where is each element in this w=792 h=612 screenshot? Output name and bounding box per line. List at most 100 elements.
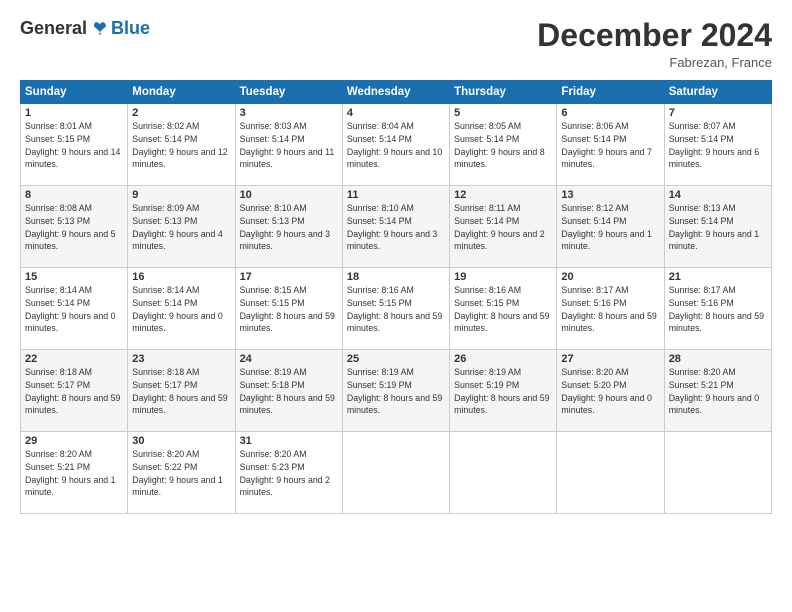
- logo-general-text: General: [20, 18, 87, 39]
- table-row: 1 Sunrise: 8:01 AMSunset: 5:15 PMDayligh…: [21, 104, 128, 186]
- day-number: 7: [669, 107, 767, 119]
- day-info: Sunrise: 8:12 AMSunset: 5:14 PMDaylight:…: [561, 203, 651, 251]
- day-number: 4: [347, 107, 445, 119]
- day-number: 10: [240, 189, 338, 201]
- calendar-week-4: 22 Sunrise: 8:18 AMSunset: 5:17 PMDaylig…: [21, 350, 772, 432]
- day-number: 28: [669, 353, 767, 365]
- day-number: 19: [454, 271, 552, 283]
- day-number: 16: [132, 271, 230, 283]
- table-row: 15 Sunrise: 8:14 AMSunset: 5:14 PMDaylig…: [21, 268, 128, 350]
- day-number: 14: [669, 189, 767, 201]
- table-row: 26 Sunrise: 8:19 AMSunset: 5:19 PMDaylig…: [450, 350, 557, 432]
- table-row: 2 Sunrise: 8:02 AMSunset: 5:14 PMDayligh…: [128, 104, 235, 186]
- table-row: 21 Sunrise: 8:17 AMSunset: 5:16 PMDaylig…: [664, 268, 771, 350]
- table-row: 19 Sunrise: 8:16 AMSunset: 5:15 PMDaylig…: [450, 268, 557, 350]
- day-info: Sunrise: 8:03 AMSunset: 5:14 PMDaylight:…: [240, 121, 335, 169]
- col-saturday: Saturday: [664, 81, 771, 104]
- day-number: 23: [132, 353, 230, 365]
- month-title: December 2024: [537, 18, 772, 53]
- table-row: 14 Sunrise: 8:13 AMSunset: 5:14 PMDaylig…: [664, 186, 771, 268]
- day-info: Sunrise: 8:15 AMSunset: 5:15 PMDaylight:…: [240, 285, 335, 333]
- calendar-header-row: Sunday Monday Tuesday Wednesday Thursday…: [21, 81, 772, 104]
- table-row: 16 Sunrise: 8:14 AMSunset: 5:14 PMDaylig…: [128, 268, 235, 350]
- table-row: [450, 432, 557, 514]
- table-row: 3 Sunrise: 8:03 AMSunset: 5:14 PMDayligh…: [235, 104, 342, 186]
- day-info: Sunrise: 8:11 AMSunset: 5:14 PMDaylight:…: [454, 203, 544, 251]
- day-info: Sunrise: 8:18 AMSunset: 5:17 PMDaylight:…: [25, 367, 120, 415]
- day-info: Sunrise: 8:18 AMSunset: 5:17 PMDaylight:…: [132, 367, 227, 415]
- day-number: 21: [669, 271, 767, 283]
- table-row: [664, 432, 771, 514]
- day-number: 8: [25, 189, 123, 201]
- day-number: 1: [25, 107, 123, 119]
- table-row: 18 Sunrise: 8:16 AMSunset: 5:15 PMDaylig…: [342, 268, 449, 350]
- day-info: Sunrise: 8:10 AMSunset: 5:13 PMDaylight:…: [240, 203, 330, 251]
- day-number: 2: [132, 107, 230, 119]
- day-number: 26: [454, 353, 552, 365]
- table-row: 17 Sunrise: 8:15 AMSunset: 5:15 PMDaylig…: [235, 268, 342, 350]
- day-info: Sunrise: 8:05 AMSunset: 5:14 PMDaylight:…: [454, 121, 544, 169]
- table-row: 7 Sunrise: 8:07 AMSunset: 5:14 PMDayligh…: [664, 104, 771, 186]
- day-number: 29: [25, 435, 123, 447]
- col-monday: Monday: [128, 81, 235, 104]
- day-number: 12: [454, 189, 552, 201]
- title-area: December 2024 Fabrezan, France: [537, 18, 772, 70]
- day-info: Sunrise: 8:08 AMSunset: 5:13 PMDaylight:…: [25, 203, 115, 251]
- day-number: 15: [25, 271, 123, 283]
- day-info: Sunrise: 8:06 AMSunset: 5:14 PMDaylight:…: [561, 121, 651, 169]
- table-row: 10 Sunrise: 8:10 AMSunset: 5:13 PMDaylig…: [235, 186, 342, 268]
- table-row: 29 Sunrise: 8:20 AMSunset: 5:21 PMDaylig…: [21, 432, 128, 514]
- col-sunday: Sunday: [21, 81, 128, 104]
- table-row: 25 Sunrise: 8:19 AMSunset: 5:19 PMDaylig…: [342, 350, 449, 432]
- table-row: 27 Sunrise: 8:20 AMSunset: 5:20 PMDaylig…: [557, 350, 664, 432]
- day-info: Sunrise: 8:19 AMSunset: 5:19 PMDaylight:…: [347, 367, 442, 415]
- table-row: 23 Sunrise: 8:18 AMSunset: 5:17 PMDaylig…: [128, 350, 235, 432]
- day-number: 17: [240, 271, 338, 283]
- day-info: Sunrise: 8:19 AMSunset: 5:18 PMDaylight:…: [240, 367, 335, 415]
- table-row: 28 Sunrise: 8:20 AMSunset: 5:21 PMDaylig…: [664, 350, 771, 432]
- day-info: Sunrise: 8:17 AMSunset: 5:16 PMDaylight:…: [669, 285, 764, 333]
- day-info: Sunrise: 8:13 AMSunset: 5:14 PMDaylight:…: [669, 203, 759, 251]
- day-number: 24: [240, 353, 338, 365]
- col-friday: Friday: [557, 81, 664, 104]
- page-header: General Blue December 2024 Fabrezan, Fra…: [20, 18, 772, 70]
- table-row: [557, 432, 664, 514]
- col-tuesday: Tuesday: [235, 81, 342, 104]
- day-info: Sunrise: 8:04 AMSunset: 5:14 PMDaylight:…: [347, 121, 442, 169]
- calendar-table: Sunday Monday Tuesday Wednesday Thursday…: [20, 80, 772, 514]
- day-info: Sunrise: 8:01 AMSunset: 5:15 PMDaylight:…: [25, 121, 120, 169]
- day-info: Sunrise: 8:16 AMSunset: 5:15 PMDaylight:…: [347, 285, 442, 333]
- calendar-week-1: 1 Sunrise: 8:01 AMSunset: 5:15 PMDayligh…: [21, 104, 772, 186]
- table-row: [342, 432, 449, 514]
- day-info: Sunrise: 8:20 AMSunset: 5:21 PMDaylight:…: [669, 367, 759, 415]
- logo-bird-icon: [91, 20, 109, 38]
- table-row: 31 Sunrise: 8:20 AMSunset: 5:23 PMDaylig…: [235, 432, 342, 514]
- table-row: 24 Sunrise: 8:19 AMSunset: 5:18 PMDaylig…: [235, 350, 342, 432]
- table-row: 12 Sunrise: 8:11 AMSunset: 5:14 PMDaylig…: [450, 186, 557, 268]
- location-subtitle: Fabrezan, France: [537, 55, 772, 70]
- table-row: 13 Sunrise: 8:12 AMSunset: 5:14 PMDaylig…: [557, 186, 664, 268]
- col-wednesday: Wednesday: [342, 81, 449, 104]
- day-info: Sunrise: 8:17 AMSunset: 5:16 PMDaylight:…: [561, 285, 656, 333]
- day-info: Sunrise: 8:14 AMSunset: 5:14 PMDaylight:…: [25, 285, 115, 333]
- day-number: 6: [561, 107, 659, 119]
- table-row: 6 Sunrise: 8:06 AMSunset: 5:14 PMDayligh…: [557, 104, 664, 186]
- day-number: 30: [132, 435, 230, 447]
- day-info: Sunrise: 8:07 AMSunset: 5:14 PMDaylight:…: [669, 121, 759, 169]
- day-number: 22: [25, 353, 123, 365]
- day-number: 31: [240, 435, 338, 447]
- table-row: 8 Sunrise: 8:08 AMSunset: 5:13 PMDayligh…: [21, 186, 128, 268]
- day-number: 18: [347, 271, 445, 283]
- table-row: 9 Sunrise: 8:09 AMSunset: 5:13 PMDayligh…: [128, 186, 235, 268]
- calendar-week-5: 29 Sunrise: 8:20 AMSunset: 5:21 PMDaylig…: [21, 432, 772, 514]
- day-number: 27: [561, 353, 659, 365]
- day-info: Sunrise: 8:20 AMSunset: 5:22 PMDaylight:…: [132, 449, 222, 497]
- table-row: 11 Sunrise: 8:10 AMSunset: 5:14 PMDaylig…: [342, 186, 449, 268]
- day-info: Sunrise: 8:19 AMSunset: 5:19 PMDaylight:…: [454, 367, 549, 415]
- logo-blue-text: Blue: [111, 18, 150, 39]
- day-number: 5: [454, 107, 552, 119]
- calendar-week-2: 8 Sunrise: 8:08 AMSunset: 5:13 PMDayligh…: [21, 186, 772, 268]
- day-info: Sunrise: 8:20 AMSunset: 5:23 PMDaylight:…: [240, 449, 330, 497]
- table-row: 4 Sunrise: 8:04 AMSunset: 5:14 PMDayligh…: [342, 104, 449, 186]
- calendar-week-3: 15 Sunrise: 8:14 AMSunset: 5:14 PMDaylig…: [21, 268, 772, 350]
